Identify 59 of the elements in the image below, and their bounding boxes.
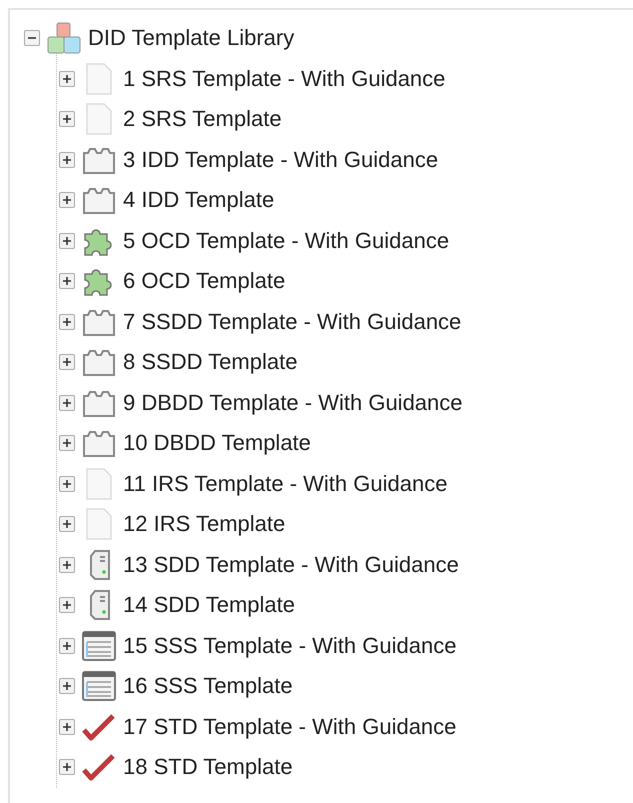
- tree-item[interactable]: 14 SDD Template: [123, 592, 296, 618]
- plus-icon: [62, 398, 72, 408]
- plus-icon: [62, 640, 72, 651]
- plus-icon: [62, 600, 72, 610]
- tree-item[interactable]: 15 SSS Template - With Guidance: [123, 632, 456, 659]
- tree-item[interactable]: 12 IRS Template: [123, 511, 286, 538]
- expand-toggle[interactable]: [59, 759, 75, 776]
- tree-item[interactable]: 8 SSDD Template: [123, 349, 298, 376]
- expand-toggle[interactable]: [59, 597, 75, 614]
- tree-item[interactable]: 17 STD Template - With Guidance: [123, 714, 456, 740]
- expand-toggle[interactable]: [59, 556, 75, 573]
- expand-toggle[interactable]: [59, 435, 75, 452]
- plus-icon: [62, 114, 72, 124]
- tree-item[interactable]: 18 STD Template: [123, 754, 293, 780]
- expand-toggle[interactable]: [59, 111, 75, 128]
- plus-icon: [62, 236, 72, 246]
- plus-icon: [62, 560, 72, 570]
- plus-icon: [62, 74, 72, 84]
- expand-toggle[interactable]: [59, 678, 75, 694]
- tree-item[interactable]: 2 SRS Template: [123, 106, 282, 132]
- tree-item[interactable]: 3 IDD Template - With Guidance: [123, 146, 438, 173]
- tree-item[interactable]: 10 DBDD Template: [123, 430, 311, 456]
- tree-item[interactable]: 6 OCD Template: [123, 268, 286, 294]
- expand-toggle[interactable]: [59, 192, 75, 208]
- expand-toggle[interactable]: [59, 516, 75, 532]
- plus-icon: [62, 762, 72, 772]
- expand-toggle[interactable]: [59, 232, 75, 249]
- expand-toggle[interactable]: [59, 354, 75, 370]
- tree-item[interactable]: 13 SDD Template - With Guidance: [123, 552, 459, 578]
- tree-item[interactable]: 5 OCD Template - With Guidance: [123, 228, 450, 254]
- tree-item[interactable]: 11 IRS Template - With Guidance: [123, 470, 448, 497]
- plus-icon: [62, 276, 72, 286]
- plus-icon: [62, 154, 72, 165]
- plus-icon: [62, 478, 72, 489]
- plus-icon: [62, 195, 72, 206]
- expand-toggle[interactable]: [59, 273, 75, 290]
- expand-toggle[interactable]: [59, 718, 75, 735]
- list-window-icon: [81, 628, 117, 663]
- expand-toggle[interactable]: [59, 638, 75, 654]
- plus-icon: [62, 722, 72, 732]
- tree-item[interactable]: 16 SSS Template: [123, 673, 293, 700]
- plus-icon: [62, 681, 72, 692]
- expand-toggle[interactable]: [59, 476, 75, 492]
- collapse-toggle[interactable]: [24, 30, 40, 46]
- plus-icon: [62, 357, 72, 368]
- expand-toggle[interactable]: [59, 314, 75, 330]
- expand-toggle[interactable]: [59, 152, 75, 168]
- plus-icon: [62, 316, 72, 327]
- plus-icon: [62, 519, 72, 530]
- blocks-icon: [46, 21, 82, 56]
- expand-toggle[interactable]: [59, 70, 75, 87]
- tree-item[interactable]: DID Template Library: [88, 25, 294, 52]
- tree-item[interactable]: 1 SRS Template - With Guidance: [123, 66, 446, 92]
- tree-item[interactable]: 4 IDD Template: [123, 187, 274, 214]
- list-window-icon: [81, 669, 117, 704]
- expand-toggle[interactable]: [59, 394, 75, 411]
- plus-icon: [62, 438, 72, 448]
- tree-item[interactable]: 7 SSDD Template - With Guidance: [123, 308, 462, 335]
- tree-item[interactable]: 9 DBDD Template - With Guidance: [123, 390, 463, 416]
